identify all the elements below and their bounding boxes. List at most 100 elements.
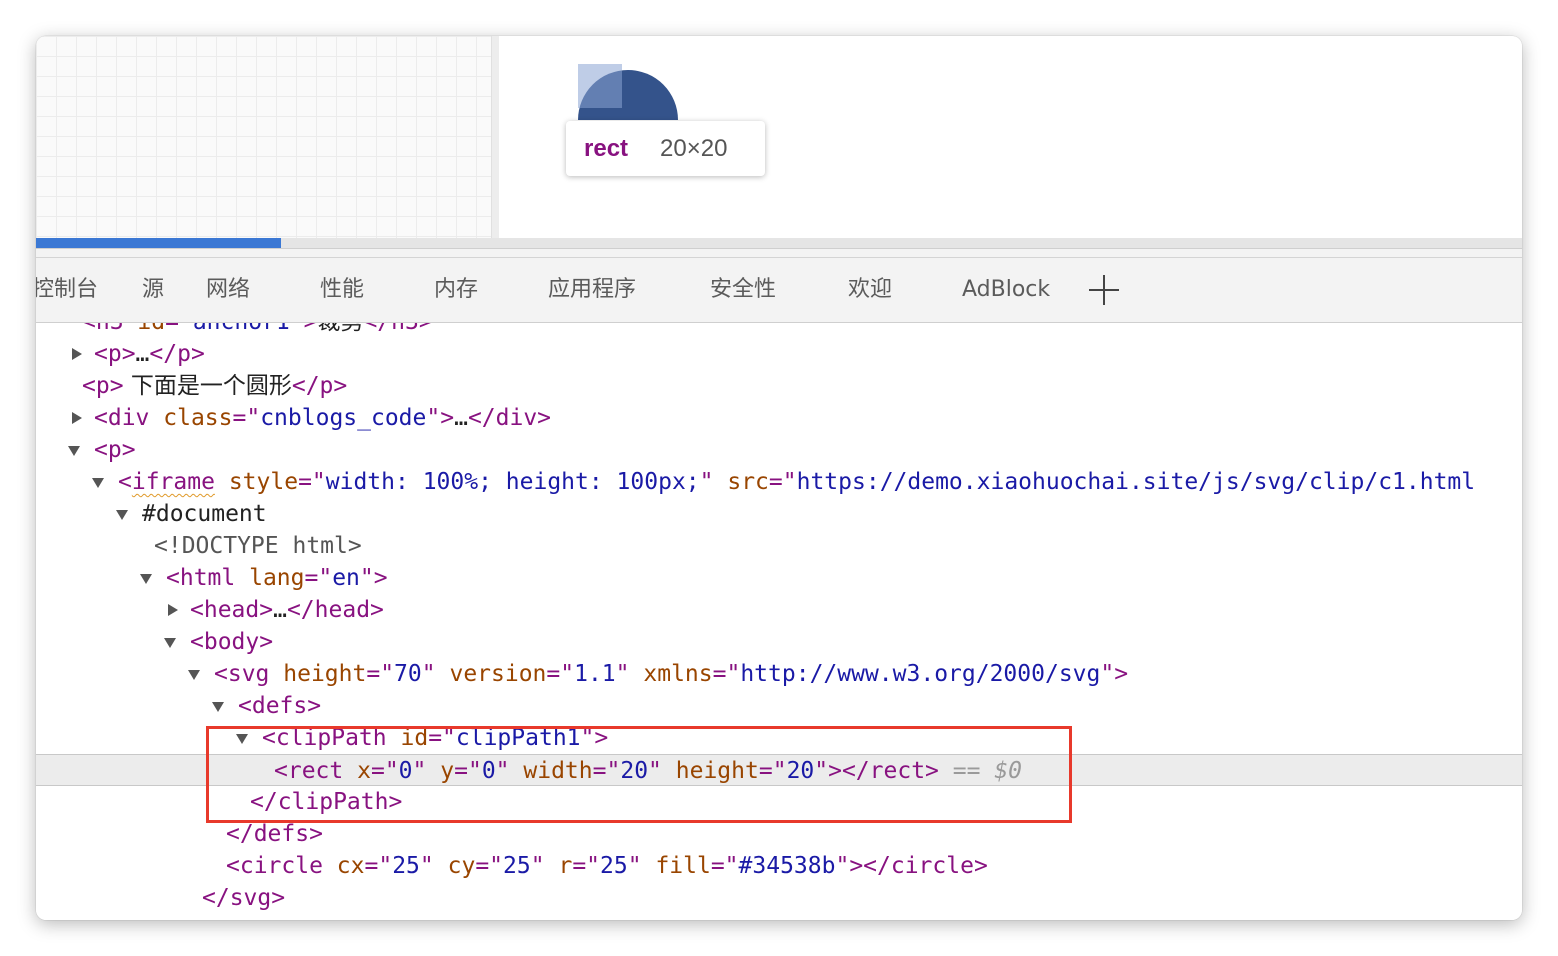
- tag-end: </h3>: [363, 323, 432, 335]
- tree-node-html[interactable]: <html lang="en">: [36, 562, 1522, 594]
- collapse-triangle-icon[interactable]: [140, 574, 152, 584]
- collapse-triangle-icon[interactable]: [236, 734, 248, 744]
- ellipsis[interactable]: …: [273, 597, 287, 623]
- tree-node-div[interactable]: <div class="cnblogs_code">…</div>: [36, 402, 1522, 434]
- tree-node-head[interactable]: <head>…</head>: [36, 594, 1522, 626]
- tab-console[interactable]: 控制台: [36, 258, 98, 322]
- attr-name: cy: [447, 853, 476, 879]
- collapse-triangle-icon[interactable]: [212, 702, 224, 712]
- node-text: #document: [142, 501, 267, 527]
- tag-open: <defs>: [238, 693, 322, 719]
- attr-value-link[interactable]: https://demo.xiaohuochai.site/js/svg/cli…: [797, 469, 1476, 495]
- collapse-triangle-icon[interactable]: [116, 510, 128, 520]
- load-progress-bar: [36, 238, 1522, 249]
- tree-node-circle[interactable]: <circle cx="25" cy="25" r="25" fill="#34…: [36, 850, 1522, 882]
- tree-node-rect-selected[interactable]: <rect x="0" y="0" width="20" height="20"…: [36, 754, 1522, 786]
- tag-open: <html: [166, 565, 236, 591]
- tab-application[interactable]: 应用程序: [548, 258, 636, 322]
- attr-name: class: [163, 405, 233, 431]
- tree-node-clippath[interactable]: <clipPath id="clipPath1">: [36, 722, 1522, 754]
- tree-node-body[interactable]: <body>: [36, 626, 1522, 658]
- attr-value: 70: [394, 661, 422, 687]
- tag-end: </p>: [149, 341, 205, 367]
- expand-triangle-icon[interactable]: [168, 604, 178, 616]
- attr-name: lang: [249, 565, 305, 591]
- panel-resize-divider[interactable]: [36, 249, 1522, 258]
- attr-name: width: [523, 758, 593, 784]
- tab-performance[interactable]: 性能: [320, 258, 364, 322]
- tab-network[interactable]: 网络: [206, 258, 250, 322]
- attr-name: xmlns: [643, 661, 713, 687]
- collapse-triangle-icon[interactable]: [164, 638, 176, 648]
- elements-tree: <h3 id="anchor1">裁剪</h3> <p>…</p> <p> 下面…: [36, 323, 1522, 920]
- attr-name: fill: [655, 853, 711, 879]
- tree-node-defs[interactable]: <defs>: [36, 690, 1522, 722]
- attr-name: y: [440, 758, 455, 784]
- attr-value: 25: [600, 853, 628, 879]
- attr-name: height: [283, 661, 367, 687]
- tree-node-p-expanded[interactable]: <p>: [36, 434, 1522, 466]
- tag-open: <p>: [94, 437, 136, 463]
- collapse-triangle-icon[interactable]: [92, 478, 104, 488]
- attr-eq: =": [165, 323, 193, 335]
- tree-node-clippath-end[interactable]: </clipPath>: [36, 786, 1522, 818]
- tree-node-p-collapsed[interactable]: <p>…</p>: [36, 338, 1522, 370]
- tag-lt: <: [118, 469, 132, 495]
- attr-name: cx: [336, 853, 365, 879]
- tab-adblock[interactable]: AdBlock: [962, 258, 1050, 322]
- tag-open: <p>: [94, 341, 136, 367]
- node-text: 裁剪: [317, 323, 363, 335]
- tag-close: ">: [580, 725, 609, 751]
- expand-triangle-icon[interactable]: [72, 348, 82, 360]
- console-ref-eq: ==: [952, 758, 981, 784]
- attr-name: style: [228, 469, 299, 495]
- attr-value: width: 100%; height: 100px;: [325, 469, 700, 495]
- tag-end: </svg>: [202, 885, 286, 911]
- devtools-tab-bar: 控制台 源 网络 性能 内存 应用程序 安全性 欢迎 AdBlock: [36, 258, 1522, 323]
- tree-node-svg-end[interactable]: </svg>: [36, 882, 1522, 914]
- node-text: <!DOCTYPE html>: [154, 533, 362, 559]
- ellipsis[interactable]: …: [136, 341, 150, 367]
- attr-value: #34538b: [738, 853, 836, 879]
- attr-value: 25: [503, 853, 531, 879]
- tree-node-document[interactable]: #document: [36, 498, 1522, 530]
- tag-end: </div>: [467, 405, 552, 431]
- tag-open: <p>: [82, 373, 124, 399]
- clip-rect-overlay: [578, 64, 622, 108]
- tab-security[interactable]: 安全性: [710, 258, 776, 322]
- tag-open: <circle: [226, 853, 323, 879]
- collapse-triangle-icon[interactable]: [188, 670, 200, 680]
- tab-sources[interactable]: 源: [142, 258, 164, 322]
- node-text: 下面是一个圆形: [123, 373, 292, 399]
- tag-close: ">: [359, 565, 388, 591]
- ellipsis[interactable]: …: [454, 405, 468, 431]
- tag-name: iframe: [131, 469, 215, 495]
- attr-value: http://www.w3.org/2000/svg: [740, 661, 1101, 687]
- load-progress-fill: [36, 238, 282, 248]
- attr-name: r: [558, 853, 573, 879]
- console-ref-var: $0: [994, 758, 1023, 784]
- preview-grid-panel: [36, 36, 491, 240]
- tag-close: "></circle>: [835, 853, 988, 879]
- tag-close: ">: [290, 323, 318, 335]
- tree-node-iframe[interactable]: <iframe style="width: 100%; height: 100p…: [36, 466, 1522, 498]
- tooltip-dimensions: 20×20: [660, 134, 728, 162]
- element-tooltip: rect 20×20: [566, 121, 765, 176]
- collapse-triangle-icon[interactable]: [68, 446, 80, 456]
- plus-icon[interactable]: [1088, 274, 1120, 306]
- attr-value: 20: [786, 758, 815, 784]
- tree-node-p-text[interactable]: <p> 下面是一个圆形</p>: [36, 370, 1522, 402]
- tree-node-svg[interactable]: <svg height="70" version="1.1" xmlns="ht…: [36, 658, 1522, 690]
- tag-close: "></rect>: [814, 758, 939, 784]
- attr-name: src: [727, 469, 769, 495]
- tree-node-defs-end[interactable]: </defs>: [36, 818, 1522, 850]
- tab-welcome[interactable]: 欢迎: [848, 258, 892, 322]
- expand-triangle-icon[interactable]: [72, 412, 82, 424]
- tree-node-h3[interactable]: <h3 id="anchor1">裁剪</h3>: [36, 323, 1522, 338]
- attr-value: cnblogs_code: [260, 405, 427, 431]
- attr-name: id: [137, 323, 165, 335]
- tab-memory[interactable]: 内存: [434, 258, 478, 322]
- devtools-window: rect 20×20 控制台 源 网络 性能 内存 应用程序 安全性 欢迎 Ad…: [36, 36, 1522, 920]
- tree-node-doctype[interactable]: <!DOCTYPE html>: [36, 530, 1522, 562]
- attr-name: height: [675, 758, 759, 784]
